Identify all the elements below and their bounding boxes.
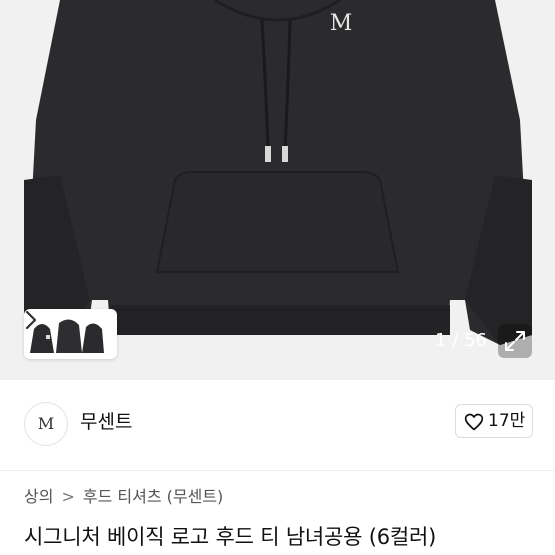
like-count: 17만: [488, 411, 526, 431]
brand-logo-text: M: [37, 414, 55, 433]
like-button[interactable]: 17만: [455, 404, 533, 438]
brand-name[interactable]: 무센트: [80, 408, 132, 436]
breadcrumb-item-subcategory[interactable]: 후드 티셔츠 (무센트): [83, 487, 223, 506]
breadcrumb: 상의 > 후드 티셔츠 (무센트): [24, 484, 223, 510]
expand-icon: [505, 331, 525, 351]
image-counter: 1 / 56: [435, 330, 487, 351]
chevron-right-icon[interactable]: [24, 309, 38, 331]
divider: [0, 470, 555, 471]
brand-logo[interactable]: M: [24, 402, 68, 446]
breadcrumb-separator: >: [61, 487, 75, 506]
chest-logo: M: [330, 11, 353, 36]
expand-button[interactable]: [498, 324, 532, 358]
product-title: 시그니처 베이직 로고 후드 티 남녀공용 (6컬러): [24, 525, 437, 549]
heart-icon: [464, 413, 484, 431]
thumbnail-strip[interactable]: [24, 309, 117, 359]
product-image-gallery[interactable]: M 1 / 56: [0, 0, 555, 380]
breadcrumb-item-category[interactable]: 상의: [24, 487, 53, 506]
